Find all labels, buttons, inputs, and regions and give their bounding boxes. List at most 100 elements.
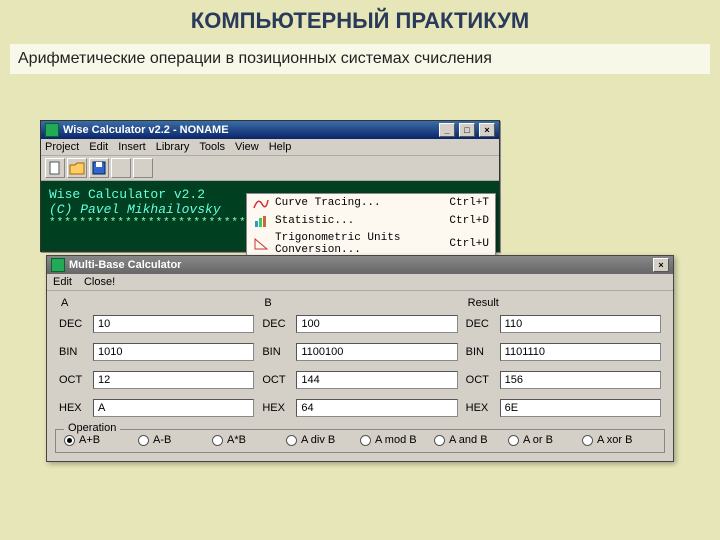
main-app-window: Wise Calculator v2.2 - NONAME _ □ × Proj…: [40, 120, 500, 252]
toolbar-open-icon[interactable]: [67, 158, 87, 178]
menu-project[interactable]: Project: [45, 141, 79, 153]
label-oct: OCT: [262, 374, 296, 386]
op-label: A mod B: [375, 434, 417, 446]
calc-menubar: Edit Close!: [47, 274, 673, 291]
label-dec: DEC: [59, 318, 93, 330]
page-subtitle: Арифметические операции в позиционных си…: [10, 44, 710, 74]
main-window-title: Wise Calculator v2.2 - NONAME: [63, 124, 229, 136]
radio-icon: [212, 435, 223, 446]
radio-icon: [434, 435, 445, 446]
op-sub[interactable]: A-B: [138, 434, 212, 446]
menu-view[interactable]: View: [235, 141, 259, 153]
column-result: Result DEC BIN OCT HEX: [462, 295, 665, 427]
toolbar-btn-4[interactable]: [111, 158, 131, 178]
toolbar-new-icon[interactable]: [45, 158, 65, 178]
result-bin-input[interactable]: [500, 343, 661, 361]
toolbar-btn-5[interactable]: [133, 158, 153, 178]
main-client-area: Wise Calculator v2.2 (C) Pavel Mikhailov…: [41, 181, 499, 251]
dd-label: Curve Tracing...: [275, 197, 381, 209]
calc-body: A DEC BIN OCT HEX B DEC BIN OCT HEX Resu…: [47, 291, 673, 461]
op-label: A or B: [523, 434, 553, 446]
chart-icon: [253, 214, 269, 228]
main-toolbar: [41, 156, 499, 181]
dd-trig[interactable]: Trigonometric Units Conversion... Ctrl+U: [247, 230, 495, 258]
operation-group: Operation A+B A-B A*B A div B A mod B A …: [55, 429, 665, 453]
dd-curve-tracing[interactable]: Curve Tracing... Ctrl+T: [247, 194, 495, 212]
operation-legend: Operation: [64, 422, 120, 434]
b-hex-input[interactable]: [296, 399, 457, 417]
menu-insert[interactable]: Insert: [118, 141, 146, 153]
op-div[interactable]: A div B: [286, 434, 360, 446]
dd-shortcut: Ctrl+D: [439, 215, 489, 227]
col-a-header: A: [61, 297, 254, 309]
radio-icon: [64, 435, 75, 446]
label-bin: BIN: [59, 346, 93, 358]
op-xor[interactable]: A xor B: [582, 434, 656, 446]
op-label: A-B: [153, 434, 171, 446]
label-bin: BIN: [466, 346, 500, 358]
menu-help[interactable]: Help: [269, 141, 292, 153]
calc-window-title: Multi-Base Calculator: [69, 259, 181, 271]
op-add[interactable]: A+B: [64, 434, 138, 446]
close-button[interactable]: ×: [479, 123, 495, 137]
op-mul[interactable]: A*B: [212, 434, 286, 446]
op-and[interactable]: A and B: [434, 434, 508, 446]
column-a: A DEC BIN OCT HEX: [55, 295, 258, 427]
result-dec-input[interactable]: [500, 315, 661, 333]
menu-tools[interactable]: Tools: [199, 141, 225, 153]
b-oct-input[interactable]: [296, 371, 457, 389]
a-dec-input[interactable]: [93, 315, 254, 333]
main-titlebar[interactable]: Wise Calculator v2.2 - NONAME _ □ ×: [41, 121, 499, 139]
col-b-header: B: [264, 297, 457, 309]
op-label: A div B: [301, 434, 335, 446]
menu-edit[interactable]: Edit: [89, 141, 108, 153]
result-hex-input[interactable]: [500, 399, 661, 417]
dd-statistic[interactable]: Statistic... Ctrl+D: [247, 212, 495, 230]
app-icon: [45, 123, 59, 137]
dd-label: Statistic...: [275, 215, 354, 227]
page-title: КОМПЬЮТЕРНЫЙ ПРАКТИКУМ: [0, 0, 720, 38]
label-hex: HEX: [466, 402, 500, 414]
op-or[interactable]: A or B: [508, 434, 582, 446]
maximize-button[interactable]: □: [459, 123, 475, 137]
col-result-header: Result: [468, 297, 661, 309]
radio-icon: [360, 435, 371, 446]
angle-icon: [253, 237, 269, 251]
radio-icon: [508, 435, 519, 446]
radio-icon: [286, 435, 297, 446]
label-oct: OCT: [59, 374, 93, 386]
radio-icon: [138, 435, 149, 446]
op-label: A xor B: [597, 434, 632, 446]
minimize-button[interactable]: _: [439, 123, 455, 137]
a-hex-input[interactable]: [93, 399, 254, 417]
calc-menu-edit[interactable]: Edit: [53, 276, 72, 288]
label-hex: HEX: [59, 402, 93, 414]
calc-menu-close[interactable]: Close!: [84, 276, 115, 288]
calc-titlebar[interactable]: Multi-Base Calculator ×: [47, 256, 673, 274]
column-b: B DEC BIN OCT HEX: [258, 295, 461, 427]
op-label: A*B: [227, 434, 246, 446]
op-label: A and B: [449, 434, 488, 446]
dd-shortcut: Ctrl+T: [439, 197, 489, 209]
dd-label: Trigonometric Units Conversion...: [275, 232, 439, 256]
a-bin-input[interactable]: [93, 343, 254, 361]
a-oct-input[interactable]: [93, 371, 254, 389]
b-bin-input[interactable]: [296, 343, 457, 361]
calculator-window: Multi-Base Calculator × Edit Close! A DE…: [46, 255, 674, 462]
label-dec: DEC: [262, 318, 296, 330]
curve-icon: [253, 196, 269, 210]
toolbar-save-icon[interactable]: [89, 158, 109, 178]
b-dec-input[interactable]: [296, 315, 457, 333]
radio-icon: [582, 435, 593, 446]
menu-library[interactable]: Library: [156, 141, 190, 153]
calc-app-icon: [51, 258, 65, 272]
calc-close-button[interactable]: ×: [653, 258, 669, 272]
result-oct-input[interactable]: [500, 371, 661, 389]
label-dec: DEC: [466, 318, 500, 330]
op-mod[interactable]: A mod B: [360, 434, 434, 446]
label-hex: HEX: [262, 402, 296, 414]
dd-shortcut: Ctrl+U: [439, 238, 489, 250]
label-oct: OCT: [466, 374, 500, 386]
label-bin: BIN: [262, 346, 296, 358]
main-menubar: Project Edit Insert Library Tools View H…: [41, 139, 499, 156]
